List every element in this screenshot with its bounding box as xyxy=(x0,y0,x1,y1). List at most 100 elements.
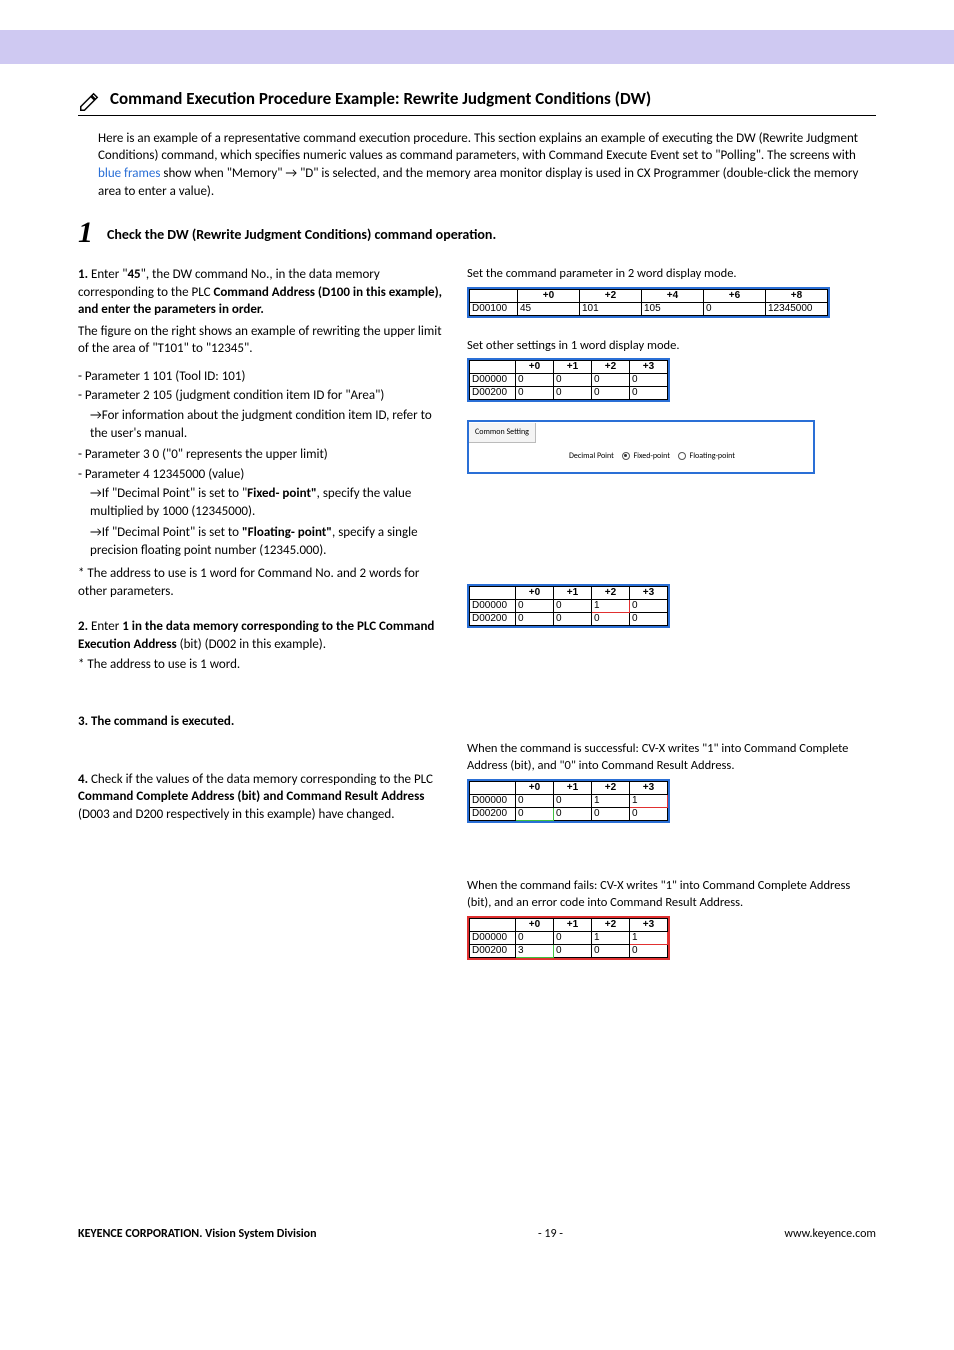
memory-cell[interactable]: 0 xyxy=(592,945,630,958)
caption-fail: When the command fails: CV-X writes "1" … xyxy=(467,878,876,912)
caption-1word: Set other settings in 1 word display mod… xyxy=(467,338,876,355)
memory-cell[interactable]: 101 xyxy=(580,303,642,316)
caption-success: When the command is successful: CV-X wri… xyxy=(467,741,876,775)
section-heading: Command Execution Procedure Example: Rew… xyxy=(78,88,876,116)
memory-cell[interactable]: 0 xyxy=(516,612,554,625)
caption-2word: Set the command parameter in 2 word disp… xyxy=(467,266,876,283)
param-3: - Parameter 3 0 ("0" represents the uppe… xyxy=(78,446,443,464)
memory-cell[interactable]: 0 xyxy=(592,612,630,625)
memory-cell[interactable]: 0 xyxy=(554,807,592,820)
memory-cell[interactable]: 0 xyxy=(592,807,630,820)
param-4a: →If "Decimal Point" is set to "Fixed- po… xyxy=(78,485,443,520)
t: (bit) (D002 in this example). xyxy=(177,637,326,652)
t: 2. xyxy=(78,619,88,634)
t: "Floating- point" xyxy=(242,525,332,540)
memory-cell[interactable]: 0 xyxy=(630,807,668,820)
memory-cell[interactable]: D00200 xyxy=(470,612,516,625)
footer-right: www.keyence.com xyxy=(784,1226,876,1242)
radio-fixed-point[interactable] xyxy=(622,452,630,460)
blue-frames-text: blue frames xyxy=(98,166,160,181)
memory-cell[interactable]: 1 xyxy=(592,794,630,807)
memory-cell[interactable]: 0 xyxy=(554,387,592,400)
memory-cell[interactable]: 0 xyxy=(516,374,554,387)
memory-cell[interactable]: D00200 xyxy=(470,387,516,400)
t: Command Complete Address (bit) and Comma… xyxy=(78,789,424,804)
memory-cell[interactable]: 12345000 xyxy=(766,303,828,316)
memory-cell[interactable]: D00000 xyxy=(470,794,516,807)
param-2-note: →For information about the judgment cond… xyxy=(78,407,443,442)
common-setting-tab[interactable]: Common Setting xyxy=(469,423,536,443)
memory-table-2word: +0+2+4+6+8D0010045101105012345000 xyxy=(467,287,830,318)
param-1: - Parameter 1 101 (Tool ID: 101) xyxy=(78,368,443,386)
memory-cell[interactable]: 0 xyxy=(554,612,592,625)
memory-table-step2: +0+1+2+3D000000010D002000000 xyxy=(467,584,670,628)
memory-cell[interactable]: 0 xyxy=(516,932,554,945)
t: Enter " xyxy=(88,267,127,282)
memory-cell[interactable]: 0 xyxy=(630,945,668,958)
memory-cell[interactable]: 0 xyxy=(592,374,630,387)
t: 3. The command is executed. xyxy=(78,714,234,729)
top-accent-bar xyxy=(0,30,954,64)
t: 45 xyxy=(127,267,140,282)
memory-cell[interactable]: D00200 xyxy=(470,945,516,958)
memory-cell[interactable]: 0 xyxy=(554,794,592,807)
param-4: - Parameter 4 12345000 (value) xyxy=(78,466,443,484)
memory-cell[interactable]: 0 xyxy=(592,387,630,400)
memory-cell[interactable]: D00000 xyxy=(470,599,516,612)
memory-table-fail: +0+1+2+3D000000011D002003000 xyxy=(467,916,670,960)
memory-cell[interactable]: 0 xyxy=(554,374,592,387)
page-footer: KEYENCE CORPORATION. Vision System Divis… xyxy=(0,1226,954,1282)
intro-paragraph: Here is an example of a representative c… xyxy=(98,130,876,200)
common-setting-panel: Common Setting Decimal Point Fixed-point… xyxy=(467,420,815,474)
memory-cell[interactable]: 1 xyxy=(592,932,630,945)
memory-cell[interactable]: 0 xyxy=(554,945,592,958)
s1-num: 1. xyxy=(78,267,88,282)
memory-cell[interactable]: 0 xyxy=(704,303,766,316)
memory-cell[interactable]: 0 xyxy=(516,387,554,400)
memory-cell[interactable]: 0 xyxy=(554,599,592,612)
memory-table-success: +0+1+2+3D000000011D002000000 xyxy=(467,779,670,823)
param-4b: →If "Decimal Point" is set to "Floating-… xyxy=(78,524,443,559)
t: (D003 and D200 respectively in this exam… xyxy=(78,807,395,822)
memory-cell[interactable]: D00100 xyxy=(470,303,518,316)
t: Fixed- point" xyxy=(247,486,316,501)
memory-cell[interactable]: 0 xyxy=(516,599,554,612)
intro-a: Here is an example of a representative c… xyxy=(98,131,858,164)
memory-cell[interactable]: 0 xyxy=(630,374,668,387)
step-1-header: 1 Check the DW (Rewrite Judgment Conditi… xyxy=(78,218,876,248)
memory-cell[interactable]: 105 xyxy=(642,303,704,316)
memory-cell[interactable]: 0 xyxy=(554,932,592,945)
param-2: - Parameter 2 105 (judgment condition it… xyxy=(78,387,443,405)
radio-floating-point[interactable] xyxy=(678,452,686,460)
footer-left: KEYENCE CORPORATION. Vision System Divis… xyxy=(78,1226,317,1242)
memory-cell[interactable]: 1 xyxy=(630,794,668,807)
intro-b: show when "Memory" → "D" is selected, an… xyxy=(98,166,858,199)
memory-cell[interactable]: 0 xyxy=(630,612,668,625)
memory-cell[interactable]: 3 xyxy=(516,945,554,958)
memory-cell[interactable]: 0 xyxy=(630,599,668,612)
decimal-point-label: Decimal Point xyxy=(569,451,614,461)
memory-cell[interactable]: 45 xyxy=(518,303,580,316)
opt-float: Floating-point xyxy=(690,451,735,461)
memory-table-1word: +0+1+2+3D000000000D002000000 xyxy=(467,358,670,402)
memory-cell[interactable]: 0 xyxy=(516,807,554,820)
memory-cell[interactable]: 1 xyxy=(592,599,630,612)
memory-cell[interactable]: D00200 xyxy=(470,807,516,820)
s2-note: * The address to use is 1 word. xyxy=(78,656,443,674)
memory-cell[interactable]: D00000 xyxy=(470,932,516,945)
memory-cell[interactable]: 1 xyxy=(630,932,668,945)
step-number: 1 xyxy=(78,218,93,248)
t: →For information about the judgment cond… xyxy=(90,408,432,441)
step-title: Check the DW (Rewrite Judgment Condition… xyxy=(107,226,496,248)
substep-2: 2. Enter 1 in the data memory correspond… xyxy=(78,618,443,653)
substep-3: 3. The command is executed. xyxy=(78,713,443,731)
t: 4. xyxy=(78,772,88,787)
t: Enter xyxy=(88,619,122,634)
memory-cell[interactable]: 0 xyxy=(516,794,554,807)
left-column: 1. Enter "45", the DW command No., in th… xyxy=(78,266,443,833)
memory-cell[interactable]: D00000 xyxy=(470,374,516,387)
substep-1: 1. Enter "45", the DW command No., in th… xyxy=(78,266,443,319)
memory-cell[interactable]: 0 xyxy=(630,387,668,400)
s1-body: The figure on the right shows an example… xyxy=(78,323,443,358)
right-column: Set the command parameter in 2 word disp… xyxy=(467,266,876,966)
